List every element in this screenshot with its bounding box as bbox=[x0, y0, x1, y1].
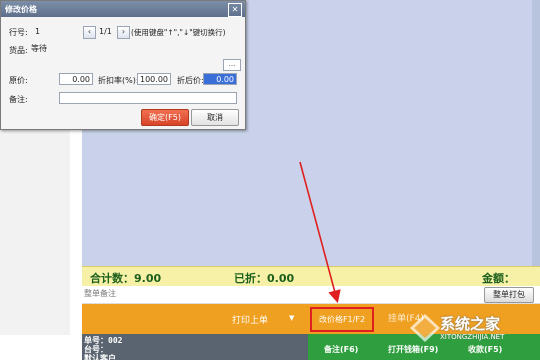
row-label: 行号: bbox=[9, 28, 28, 37]
discount-rate-field[interactable]: 100.00 bbox=[137, 73, 171, 85]
dialog-title-bar[interactable]: 修改价格 ✕ bbox=[1, 1, 245, 17]
product-browse-button[interactable]: ... bbox=[223, 59, 241, 71]
order-remark-row[interactable]: 整单备注 整单打包 bbox=[82, 286, 540, 304]
prev-row-icon[interactable]: ‹ bbox=[83, 26, 96, 39]
remark-label: 备注: bbox=[9, 95, 28, 104]
totals-bar: 合计数：9.00 已折：0.00 金额：0.00 bbox=[82, 266, 540, 299]
change-price-button[interactable]: 改价格F1/F2 bbox=[310, 307, 374, 332]
discounted-price-field[interactable]: 0.00 bbox=[203, 73, 237, 85]
order-info-panel: 单号：002 台号： 默认客户 bbox=[82, 334, 308, 363]
order-remark-input[interactable]: 整单备注 bbox=[84, 288, 116, 299]
original-price-field[interactable]: 0.00 bbox=[59, 73, 93, 85]
remark-button[interactable]: 备注(F6) bbox=[324, 344, 358, 355]
change-price-dialog: 修改价格 ✕ 行号: 1 ‹ 1/1 › (使用键盘"↑","↓"键切换行) 货… bbox=[0, 0, 246, 130]
product-label: 货品: bbox=[9, 46, 28, 55]
watermark-subtext: XITONGZHIJIA.NET bbox=[440, 333, 505, 341]
close-icon[interactable]: ✕ bbox=[228, 3, 242, 17]
row-page: 1/1 bbox=[99, 27, 112, 36]
cancel-button[interactable]: 取消 bbox=[191, 109, 239, 126]
keyboard-hint: (使用键盘"↑","↓"键切换行) bbox=[131, 28, 226, 37]
customer-name: 默认客户 bbox=[84, 354, 116, 363]
print-dropdown-icon[interactable]: ▼ bbox=[289, 314, 294, 322]
discounted-total: 已折：0.00 bbox=[234, 272, 295, 285]
print-previous-button[interactable]: 打印上单 bbox=[232, 313, 268, 326]
pack-order-button[interactable]: 整单打包 bbox=[484, 287, 534, 303]
next-row-icon[interactable]: › bbox=[117, 26, 130, 39]
dialog-title: 修改价格 bbox=[5, 5, 37, 14]
row-value: 1 bbox=[35, 27, 41, 36]
original-price-label: 原价: bbox=[9, 76, 28, 85]
confirm-button[interactable]: 确定(F5) bbox=[141, 109, 189, 126]
total-count: 合计数：9.00 bbox=[90, 272, 162, 285]
discount-rate-label: 折扣率(%): bbox=[98, 76, 139, 85]
product-value: 等待 bbox=[31, 44, 47, 53]
scrollbar-track[interactable] bbox=[532, 0, 540, 268]
remark-field[interactable] bbox=[59, 92, 237, 104]
watermark-text: 系统之家 bbox=[440, 315, 501, 333]
discounted-price-label: 折后价: bbox=[177, 76, 204, 85]
